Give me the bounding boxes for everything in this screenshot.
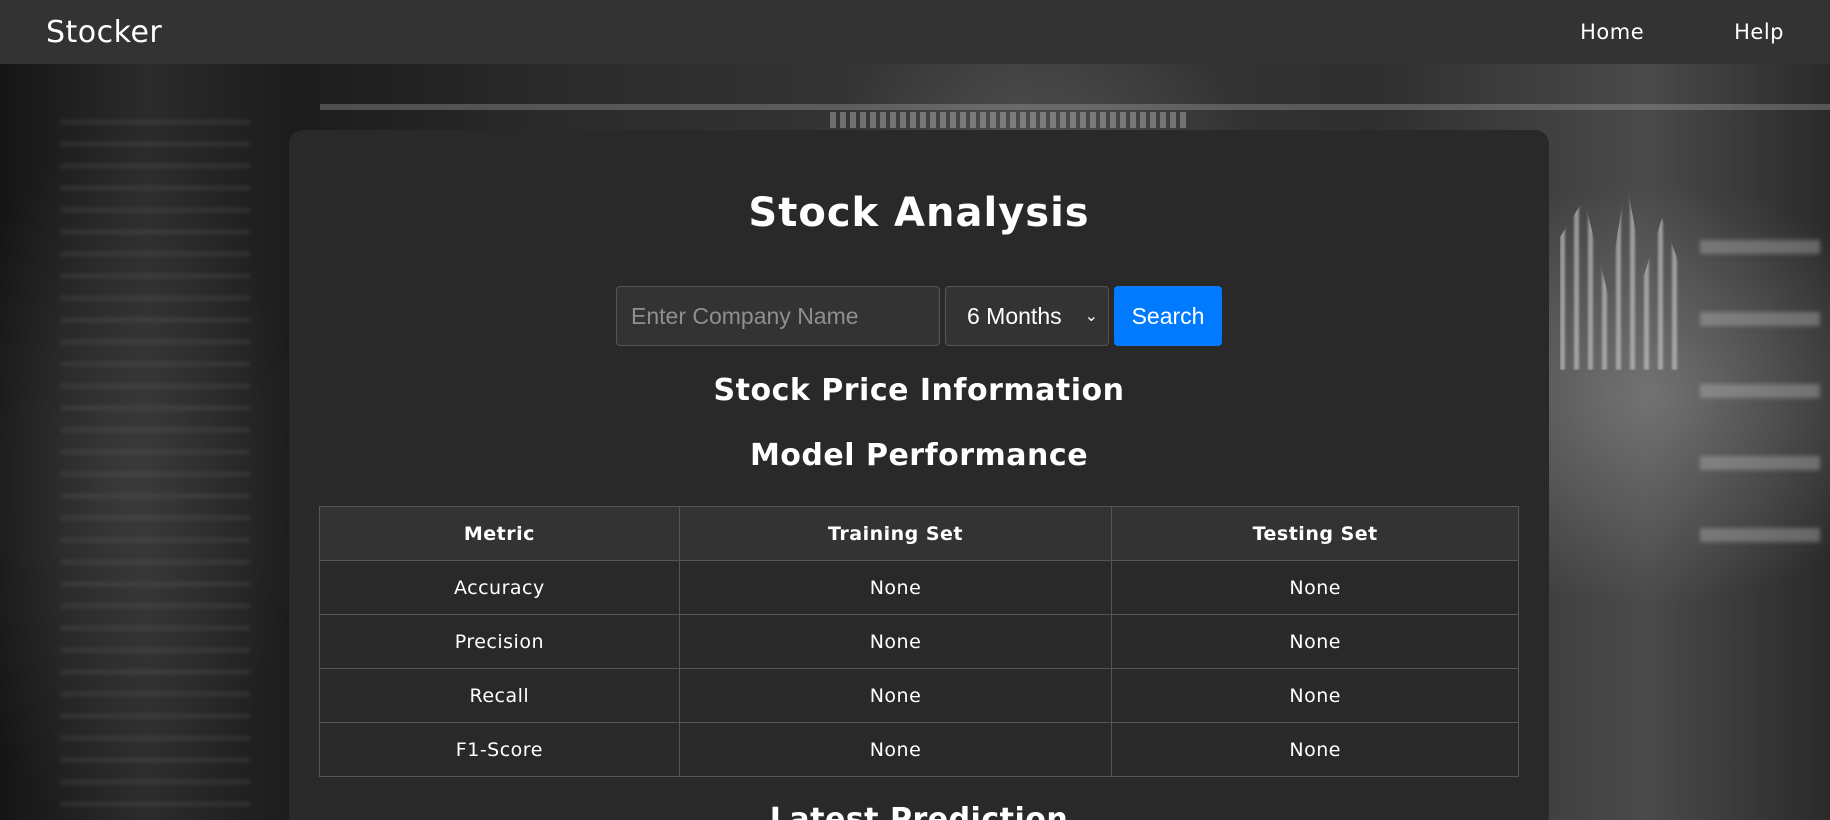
nav-links: Home Help: [1580, 20, 1784, 44]
table-row: Precision None None: [319, 614, 1519, 669]
header-testing-set: Testing Set: [1111, 506, 1519, 561]
table-row: Recall None None: [319, 668, 1519, 723]
nav-link-help[interactable]: Help: [1734, 20, 1784, 44]
background-detail: [830, 112, 1190, 128]
training-value: None: [678, 722, 1113, 777]
nav-link-home[interactable]: Home: [1580, 20, 1644, 44]
metric-name: F1-Score: [319, 722, 680, 777]
search-button[interactable]: Search: [1114, 286, 1222, 346]
stock-price-heading: Stock Price Information: [713, 373, 1125, 408]
training-value: None: [678, 560, 1113, 615]
period-select-value: 6 Months: [967, 302, 1062, 329]
latest-prediction-heading: Latest Prediction: [769, 802, 1069, 820]
metric-name: Accuracy: [319, 560, 680, 615]
brand-logo[interactable]: Stocker: [46, 15, 162, 50]
metric-name: Recall: [319, 668, 680, 723]
background-detail: [60, 120, 250, 820]
chevron-down-icon: ⌄: [1084, 308, 1098, 325]
background-detail: [1700, 240, 1820, 600]
testing-value: None: [1111, 722, 1519, 777]
testing-value: None: [1111, 560, 1519, 615]
analysis-card: Stock Analysis 6 Months ⌄ Search Stock P…: [289, 130, 1549, 820]
background-detail: [320, 104, 1830, 110]
header-metric: Metric: [319, 506, 680, 561]
training-value: None: [678, 614, 1113, 669]
table-row: Accuracy None None: [319, 560, 1519, 615]
testing-value: None: [1111, 668, 1519, 723]
model-performance-heading: Model Performance: [749, 438, 1089, 473]
testing-value: None: [1111, 614, 1519, 669]
metric-name: Precision: [319, 614, 680, 669]
table-row: F1-Score None None: [319, 722, 1519, 777]
header-training-set: Training Set: [678, 506, 1113, 561]
table-header-row: Metric Training Set Testing Set: [319, 506, 1519, 561]
page-title: Stock Analysis: [748, 190, 1090, 236]
period-select[interactable]: 6 Months ⌄: [945, 286, 1109, 346]
company-name-input[interactable]: [616, 286, 940, 346]
model-performance-table: Metric Training Set Testing Set Accuracy…: [319, 506, 1519, 777]
top-navbar: Stocker Home Help: [0, 0, 1830, 64]
search-form: 6 Months ⌄ Search: [616, 286, 1222, 346]
training-value: None: [678, 668, 1113, 723]
